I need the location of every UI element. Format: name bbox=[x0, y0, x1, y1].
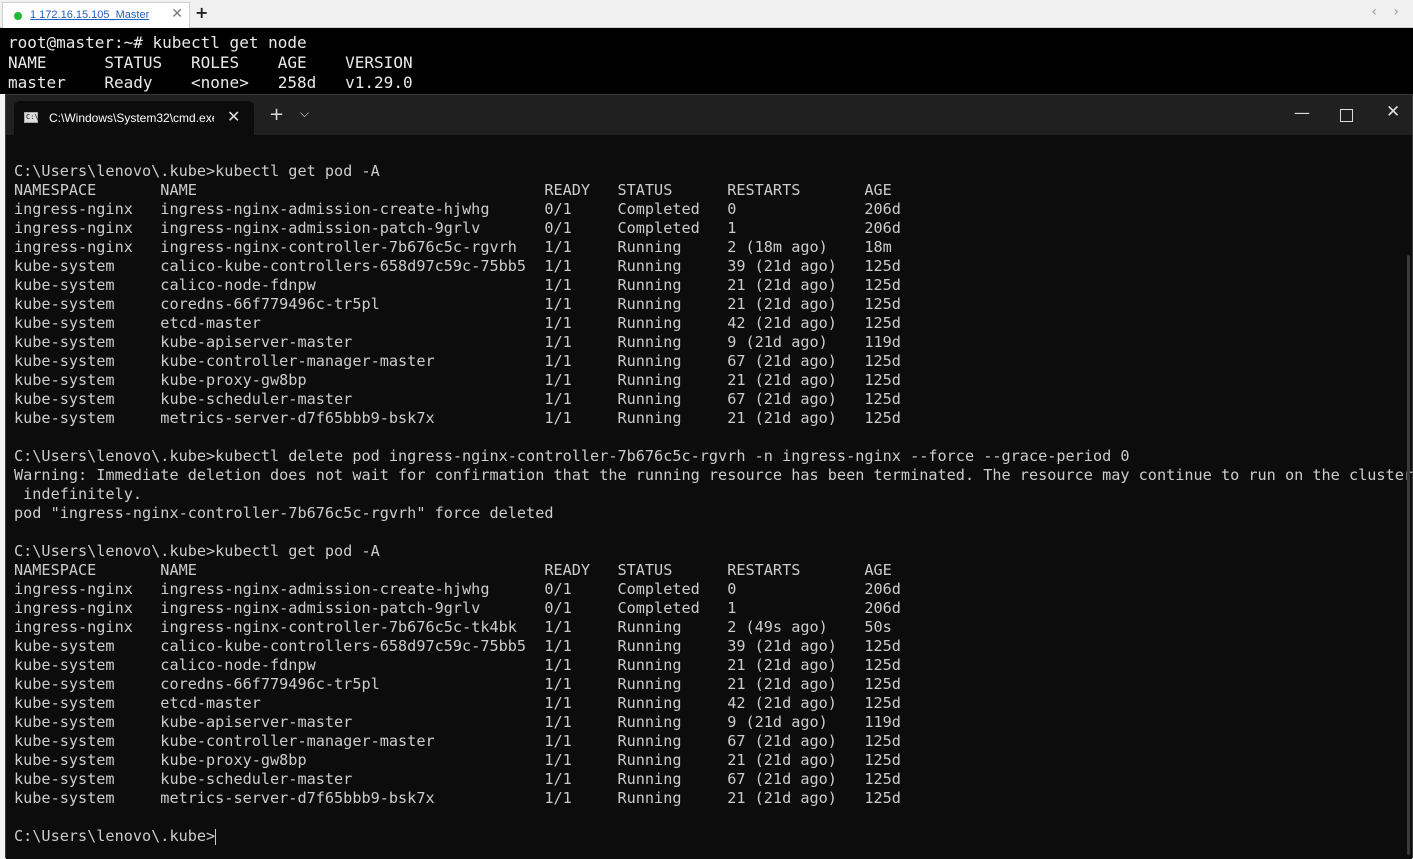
terminal-line: kube-system coredns-66f779496c-tr5pl 1/1… bbox=[14, 675, 901, 693]
ssh-line: root@master:~# kubectl get node bbox=[8, 33, 307, 52]
terminal-line: kube-system kube-scheduler-master 1/1 Ru… bbox=[14, 390, 901, 408]
ssh-terminal-text: root@master:~# kubectl get node NAME STA… bbox=[8, 33, 413, 93]
terminal-line: kube-system etcd-master 1/1 Running 42 (… bbox=[14, 694, 901, 712]
ssh-new-tab-button[interactable]: + bbox=[195, 3, 208, 22]
terminal-line: kube-system calico-node-fdnpw 1/1 Runnin… bbox=[14, 276, 901, 294]
terminal-line: pod "ingress-nginx-controller-7b676c5c-r… bbox=[14, 504, 554, 522]
text-cursor bbox=[215, 828, 217, 845]
cmd-app-icon: C:\ bbox=[24, 112, 39, 123]
terminal-line: kube-system kube-proxy-gw8bp 1/1 Running… bbox=[14, 751, 901, 769]
cmd-tab[interactable]: C:\ C:\Windows\System32\cmd.exe ✕ bbox=[14, 101, 254, 135]
terminal-line: Warning: Immediate deletion does not wai… bbox=[14, 466, 1413, 484]
terminal-line: kube-system kube-controller-manager-mast… bbox=[14, 352, 901, 370]
terminal-output-area[interactable]: C:\Users\lenovo\.kube>kubectl get pod -A… bbox=[6, 135, 1413, 859]
ssh-tab-scroll-arrows-icon[interactable]: ‹ › bbox=[1371, 4, 1405, 20]
terminal-line: kube-system calico-kube-controllers-658d… bbox=[14, 257, 901, 275]
terminal-line: kube-system kube-apiserver-master 1/1 Ru… bbox=[14, 713, 901, 731]
terminal-line: kube-system kube-scheduler-master 1/1 Ru… bbox=[14, 770, 901, 788]
terminal-title-bar[interactable]: C:\ C:\Windows\System32\cmd.exe ✕ + ⌵ — … bbox=[6, 95, 1412, 135]
tab-close-icon[interactable]: ✕ bbox=[227, 107, 240, 126]
ssh-tab-close-icon[interactable]: ✕ bbox=[171, 6, 183, 22]
terminal-line: kube-system calico-kube-controllers-658d… bbox=[14, 637, 901, 655]
terminal-scrollbar[interactable] bbox=[1407, 255, 1410, 855]
cmd-tab-label: C:\Windows\System32\cmd.exe bbox=[49, 111, 214, 125]
terminal-line: ingress-nginx ingress-nginx-controller-7… bbox=[14, 238, 892, 256]
terminal-line: kube-system metrics-server-d7f65bbb9-bsk… bbox=[14, 789, 901, 807]
terminal-line: NAMESPACE NAME READY STATUS RESTARTS AGE bbox=[14, 561, 892, 579]
terminal-line: kube-system kube-controller-manager-mast… bbox=[14, 732, 901, 750]
terminal-line: ingress-nginx ingress-nginx-controller-7… bbox=[14, 618, 892, 636]
terminal-line: ingress-nginx ingress-nginx-admission-cr… bbox=[14, 200, 901, 218]
ssh-tab-bar: 1 172.16.15.105_Master ✕ + ‹ › bbox=[0, 0, 1413, 28]
terminal-line: kube-system etcd-master 1/1 Running 42 (… bbox=[14, 314, 901, 332]
minimize-button[interactable]: — bbox=[1294, 103, 1310, 122]
terminal-lines: C:\Users\lenovo\.kube>kubectl get pod -A… bbox=[14, 162, 1413, 846]
terminal-line: ingress-nginx ingress-nginx-admission-pa… bbox=[14, 219, 901, 237]
terminal-line: C:\Users\lenovo\.kube>kubectl get pod -A bbox=[14, 542, 380, 560]
command-prompt: C:\Users\lenovo\.kube> bbox=[14, 827, 216, 845]
terminal-line: kube-system metrics-server-d7f65bbb9-bsk… bbox=[14, 409, 901, 427]
terminal-line: NAMESPACE NAME READY STATUS RESTARTS AGE bbox=[14, 181, 892, 199]
maximize-button[interactable] bbox=[1340, 109, 1353, 122]
windows-terminal-window: C:\ C:\Windows\System32\cmd.exe ✕ + ⌵ — … bbox=[5, 94, 1413, 859]
ssh-session-tab[interactable]: 1 172.16.15.105_Master ✕ bbox=[2, 2, 190, 28]
ssh-terminal-output[interactable]: root@master:~# kubectl get node NAME STA… bbox=[0, 28, 1413, 94]
ssh-session-tab-label: 1 172.16.15.105_Master bbox=[30, 9, 150, 21]
terminal-line: kube-system kube-apiserver-master 1/1 Ru… bbox=[14, 333, 901, 351]
terminal-line: C:\Users\lenovo\.kube>kubectl get pod -A bbox=[14, 162, 380, 180]
connected-status-icon bbox=[14, 12, 22, 20]
command-prompt-line[interactable]: C:\Users\lenovo\.kube> bbox=[14, 827, 1413, 846]
ssh-line: NAME STATUS ROLES AGE VERSION bbox=[8, 53, 413, 72]
terminal-line: C:\Users\lenovo\.kube>kubectl delete pod… bbox=[14, 447, 1130, 465]
terminal-line: ingress-nginx ingress-nginx-admission-pa… bbox=[14, 599, 901, 617]
terminal-line: kube-system kube-proxy-gw8bp 1/1 Running… bbox=[14, 371, 901, 389]
new-tab-button[interactable]: + bbox=[269, 104, 284, 125]
ssh-line: master Ready <none> 258d v1.29.0 bbox=[8, 73, 413, 92]
terminal-line: kube-system calico-node-fdnpw 1/1 Runnin… bbox=[14, 656, 901, 674]
close-window-button[interactable]: ✕ bbox=[1386, 102, 1400, 122]
profile-dropdown-chevron-icon[interactable]: ⌵ bbox=[300, 106, 309, 121]
terminal-line: indefinitely. bbox=[14, 485, 143, 503]
terminal-line: ingress-nginx ingress-nginx-admission-cr… bbox=[14, 580, 901, 598]
terminal-line: kube-system coredns-66f779496c-tr5pl 1/1… bbox=[14, 295, 901, 313]
